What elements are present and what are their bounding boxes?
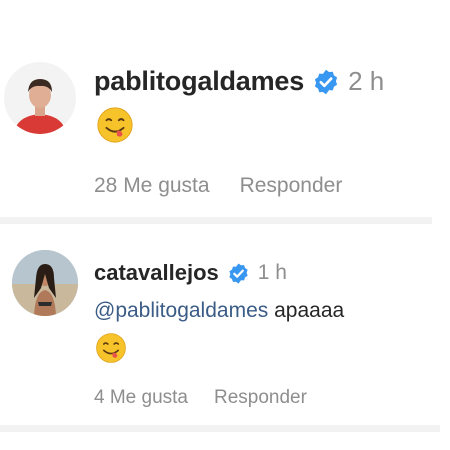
smiling-face-with-tongue-emoji [96,106,134,144]
comments-thread: pablitogaldames 2 h 28 Me gusta Responde… [0,0,450,450]
reply-button[interactable]: Responder [240,174,343,198]
verified-badge-icon [312,68,340,96]
username[interactable]: catavallejos [94,260,219,286]
likes-count[interactable]: 4 Me gusta [94,387,188,409]
comment-header: pablitogaldames 2 h [94,66,384,97]
comment-item: pablitogaldames 2 h 28 Me gusta Responde… [0,58,450,218]
comment-actions: 28 Me gusta Responder [94,174,342,198]
smiling-face-with-tongue-emoji [95,332,127,364]
username[interactable]: pablitogaldames [94,66,304,97]
avatar[interactable] [12,250,78,316]
avatar-image [4,62,76,134]
timestamp: 2 h [348,66,385,96]
reply-button[interactable]: Responder [214,387,307,409]
comment-item: catavallejos 1 h @pablitogaldames apaaaa [0,244,450,424]
likes-count[interactable]: 28 Me gusta [94,174,210,198]
comment-text: @pablitogaldames apaaaa [94,299,344,323]
comment-actions: 4 Me gusta Responder [94,387,307,409]
avatar-image [12,250,78,316]
comment-header: catavallejos 1 h [94,260,287,286]
avatar[interactable] [4,62,76,134]
divider [0,425,440,432]
mention-link[interactable]: @pablitogaldames [94,299,268,322]
verified-badge-icon [227,262,250,285]
timestamp: 1 h [257,261,287,284]
comment-message: apaaaa [274,299,345,322]
divider [0,217,432,224]
